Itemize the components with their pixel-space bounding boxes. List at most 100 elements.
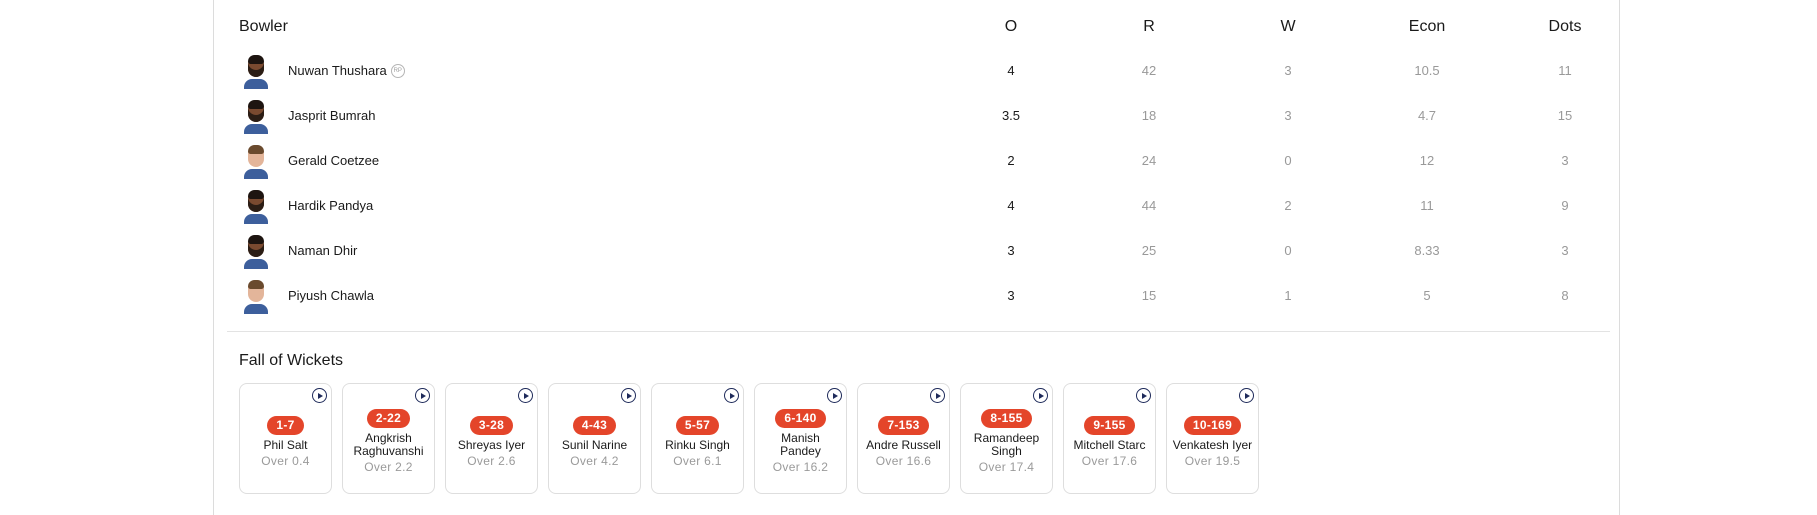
wicket-score-badge: 8-155 bbox=[981, 409, 1032, 428]
overs-value: 3 bbox=[1007, 243, 1015, 258]
fall-of-wickets-list: 1-7 Phil Salt Over 0.4 2-22 Angkrish Rag… bbox=[239, 383, 1259, 494]
dots-value: 11 bbox=[1558, 63, 1572, 78]
wicket-card[interactable]: 1-7 Phil Salt Over 0.4 bbox=[239, 383, 332, 494]
table-row: Gerald Coetzee 2 24 0 12 3 bbox=[239, 138, 1609, 183]
wicket-over: Over 16.6 bbox=[875, 453, 932, 468]
play-circle-icon[interactable] bbox=[827, 388, 842, 403]
play-circle-icon[interactable] bbox=[312, 388, 327, 403]
dots-value: 3 bbox=[1561, 153, 1569, 168]
wicket-card[interactable]: 9-155 Mitchell Starc Over 17.6 bbox=[1063, 383, 1156, 494]
wicket-score-badge: 4-43 bbox=[572, 415, 617, 435]
replacement-player-badge: RP bbox=[390, 63, 405, 78]
wicket-card[interactable]: 8-155 Ramandeep Singh Over 17.4 bbox=[960, 383, 1053, 494]
play-circle-icon[interactable] bbox=[930, 388, 945, 403]
wicket-score-badge: 2-22 bbox=[366, 409, 411, 428]
dots-value: 15 bbox=[1557, 108, 1573, 123]
play-circle-icon[interactable] bbox=[621, 388, 636, 403]
bowler-cell[interactable]: Jasprit Bumrah bbox=[239, 93, 375, 138]
player-avatar bbox=[242, 188, 270, 224]
play-circle-icon[interactable] bbox=[1239, 388, 1254, 403]
economy-value: 4.7 bbox=[1417, 108, 1437, 123]
wicket-card[interactable]: 2-22 Angkrish Raghuvanshi Over 2.2 bbox=[342, 383, 435, 494]
bowler-cell[interactable]: Nuwan Thushara RP bbox=[239, 48, 405, 93]
wicket-over: Over 17.6 bbox=[1081, 453, 1138, 468]
header-bowler: Bowler bbox=[239, 18, 288, 35]
dots-value: 3 bbox=[1561, 243, 1569, 258]
player-avatar bbox=[242, 233, 270, 269]
bowler-name[interactable]: Gerald Coetzee bbox=[288, 153, 379, 168]
wicket-score-badge: 7-153 bbox=[878, 415, 929, 435]
wicket-score-badge: 6-140 bbox=[775, 409, 826, 428]
wickets-value: 0 bbox=[1284, 243, 1292, 258]
wicket-card[interactable]: 6-140 Manish Pandey Over 16.2 bbox=[754, 383, 847, 494]
play-circle-icon[interactable] bbox=[1136, 388, 1151, 403]
bowler-cell[interactable]: Naman Dhir bbox=[239, 228, 357, 273]
wicket-score-badge: 1-7 bbox=[267, 415, 304, 435]
bowler-cell[interactable]: Piyush Chawla bbox=[239, 273, 374, 318]
economy-value: 12 bbox=[1419, 153, 1435, 168]
dismissed-batter-name: Mitchell Starc bbox=[1073, 437, 1146, 452]
dots-value: 8 bbox=[1561, 288, 1569, 303]
wicket-card[interactable]: 5-57 Rinku Singh Over 6.1 bbox=[651, 383, 744, 494]
table-row: Jasprit Bumrah 3.5 18 3 4.7 15 bbox=[239, 93, 1609, 138]
bowler-name[interactable]: Piyush Chawla bbox=[288, 288, 374, 303]
dots-value: 9 bbox=[1561, 198, 1569, 213]
player-avatar bbox=[242, 98, 270, 134]
header-runs: R bbox=[1143, 18, 1155, 35]
table-row: Naman Dhir 3 25 0 8.33 3 bbox=[239, 228, 1609, 273]
wicket-card[interactable]: 10-169 Venkatesh Iyer Over 19.5 bbox=[1166, 383, 1259, 494]
header-wickets: W bbox=[1280, 18, 1296, 35]
overs-value: 4 bbox=[1007, 63, 1015, 78]
runs-value: 18 bbox=[1141, 108, 1157, 123]
bowling-table-header: Bowler O R W Econ Dots bbox=[239, 4, 1609, 49]
dismissed-batter-name: Sunil Narine bbox=[561, 437, 628, 452]
runs-value: 24 bbox=[1141, 153, 1157, 168]
player-avatar bbox=[242, 143, 270, 179]
wicket-card[interactable]: 4-43 Sunil Narine Over 4.2 bbox=[548, 383, 641, 494]
dismissed-batter-name: Ramandeep Singh bbox=[973, 431, 1040, 458]
fall-of-wickets-title: Fall of Wickets bbox=[239, 352, 344, 369]
player-avatar bbox=[242, 53, 270, 89]
overs-value: 4 bbox=[1007, 198, 1015, 213]
economy-value: 11 bbox=[1420, 198, 1434, 213]
bowler-cell[interactable]: Hardik Pandya bbox=[239, 183, 373, 228]
table-row: Nuwan Thushara RP 4 42 3 10.5 11 bbox=[239, 48, 1609, 93]
play-circle-icon[interactable] bbox=[518, 388, 533, 403]
bowler-name[interactable]: Nuwan Thushara bbox=[288, 63, 387, 78]
wicket-over: Over 17.4 bbox=[978, 460, 1035, 474]
header-dots: Dots bbox=[1548, 18, 1582, 35]
economy-value: 5 bbox=[1423, 288, 1431, 303]
wickets-value: 2 bbox=[1284, 198, 1292, 213]
header-overs: O bbox=[1004, 18, 1018, 35]
section-divider bbox=[227, 331, 1610, 332]
wicket-over: Over 19.5 bbox=[1184, 453, 1241, 468]
dismissed-batter-name: Phil Salt bbox=[263, 437, 308, 452]
play-circle-icon[interactable] bbox=[1033, 388, 1048, 403]
wicket-over: Over 2.2 bbox=[364, 460, 413, 474]
dismissed-batter-name: Angkrish Raghuvanshi bbox=[353, 431, 424, 458]
dismissed-batter-name: Shreyas Iyer bbox=[457, 437, 526, 452]
economy-value: 10.5 bbox=[1414, 63, 1440, 78]
wickets-value: 1 bbox=[1284, 288, 1292, 303]
bowler-name[interactable]: Jasprit Bumrah bbox=[288, 108, 375, 123]
runs-value: 25 bbox=[1141, 243, 1157, 258]
runs-value: 44 bbox=[1141, 198, 1157, 213]
bowler-name[interactable]: Naman Dhir bbox=[288, 243, 357, 258]
player-avatar bbox=[242, 278, 270, 314]
wicket-score-badge: 3-28 bbox=[469, 415, 514, 435]
wicket-score-badge: 9-155 bbox=[1084, 415, 1135, 435]
wicket-card[interactable]: 3-28 Shreyas Iyer Over 2.6 bbox=[445, 383, 538, 494]
bowler-name[interactable]: Hardik Pandya bbox=[288, 198, 373, 213]
play-circle-icon[interactable] bbox=[724, 388, 739, 403]
dismissed-batter-name: Andre Russell bbox=[866, 437, 941, 452]
runs-value: 42 bbox=[1141, 63, 1157, 78]
runs-value: 15 bbox=[1141, 288, 1157, 303]
wicket-card[interactable]: 7-153 Andre Russell Over 16.6 bbox=[857, 383, 950, 494]
scorecard-panel: Bowler O R W Econ Dots Nuwan Thushara RP… bbox=[213, 0, 1620, 515]
wicket-over: Over 0.4 bbox=[261, 453, 310, 468]
play-circle-icon[interactable] bbox=[415, 388, 430, 403]
bowler-cell[interactable]: Gerald Coetzee bbox=[239, 138, 379, 183]
wicket-over: Over 6.1 bbox=[673, 453, 722, 468]
wicket-over: Over 16.2 bbox=[772, 460, 829, 474]
dismissed-batter-name: Venkatesh Iyer bbox=[1172, 437, 1253, 452]
